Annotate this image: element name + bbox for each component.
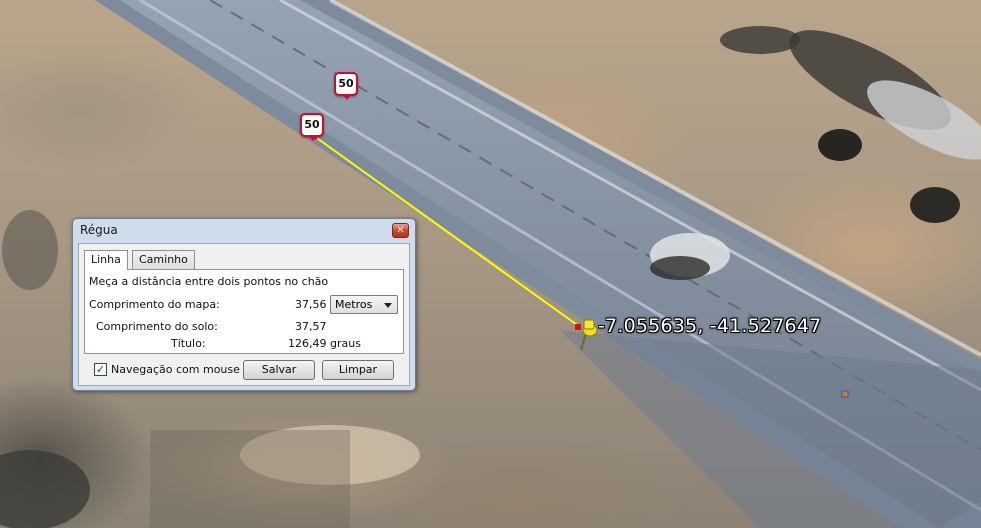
unit-dropdown-value: Metros	[335, 298, 373, 311]
coordinate-label: -7.055635, -41.527647	[598, 315, 822, 337]
mouse-navigation-label: Navegação com mouse	[111, 363, 240, 376]
unit-dropdown[interactable]: Metros	[330, 295, 398, 314]
description-text: Meça a distância entre dois pontos no ch…	[89, 275, 329, 288]
ground-length-value: 37,57	[295, 320, 327, 333]
save-button[interactable]: Salvar	[243, 360, 315, 380]
ground-length-label: Comprimento do solo:	[96, 320, 218, 333]
measure-end-point	[575, 324, 581, 330]
mouse-navigation-checkbox[interactable]: ✓	[94, 363, 107, 376]
speed-limit-sign-icon[interactable]: 50	[300, 113, 324, 141]
ruler-dialog: Régua ✕ Linha Caminho Meça a distância e…	[72, 218, 416, 391]
heading-value: 126,49 graus	[288, 337, 361, 350]
close-button[interactable]: ✕	[392, 223, 409, 238]
tab-panel-linha: Meça a distância entre dois pontos no ch…	[84, 269, 404, 354]
placemark-icon[interactable]	[841, 390, 849, 398]
tab-linha[interactable]: Linha	[84, 250, 128, 270]
clear-button[interactable]: Limpar	[322, 360, 394, 380]
map-length-label: Comprimento do mapa:	[89, 298, 220, 311]
map-length-value: 37,56	[295, 298, 327, 311]
tab-caminho[interactable]: Caminho	[132, 250, 195, 269]
speed-limit-sign-icon[interactable]: 50	[334, 72, 358, 100]
close-icon: ✕	[396, 225, 405, 236]
dialog-body: Linha Caminho Meça a distância entre doi…	[78, 243, 410, 386]
heading-label: Título:	[171, 337, 206, 350]
chevron-down-icon	[384, 303, 392, 308]
dialog-title: Régua	[80, 223, 118, 237]
